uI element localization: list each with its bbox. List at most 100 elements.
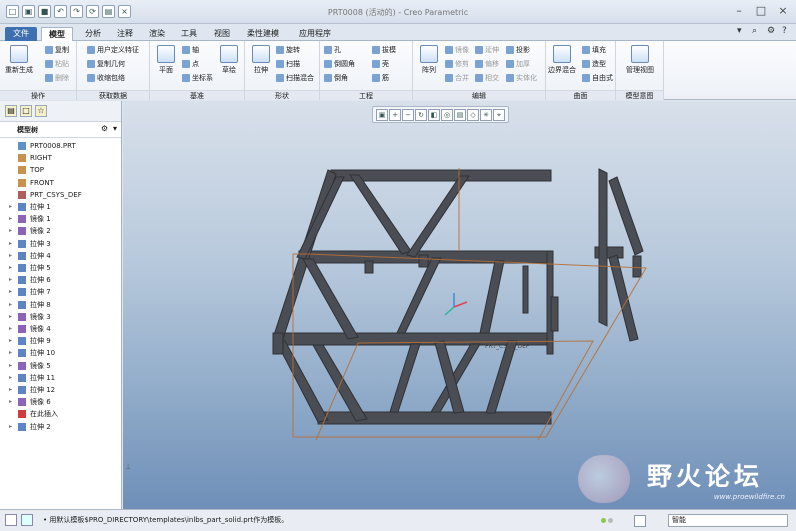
shrinkwrap-button[interactable]: 收缩包络 [87, 73, 125, 83]
repaint-icon[interactable]: ↻ [415, 109, 427, 121]
tab-render[interactable]: 渲染 [142, 27, 172, 41]
expand-icon[interactable]: ▸ [9, 421, 12, 433]
expand-icon[interactable]: ▸ [9, 347, 12, 359]
tab-flexible-modeling[interactable]: 柔性建模 [240, 27, 286, 41]
revolve-button[interactable]: 旋转 [276, 45, 300, 55]
expand-icon[interactable]: ▸ [9, 372, 12, 384]
expand-icon[interactable]: ▸ [9, 360, 12, 372]
rib-button[interactable]: 筋 [372, 73, 389, 83]
style-button[interactable]: 造型 [582, 59, 606, 69]
intersect-button[interactable]: 相交 [475, 73, 499, 83]
manager-view-button[interactable]: 管理视图 [624, 45, 656, 75]
tab-file[interactable]: 文件 [5, 27, 37, 41]
folder-browser-icon[interactable]: □ [20, 105, 32, 117]
extend-button[interactable]: 延伸 [475, 45, 499, 55]
help-icon[interactable]: ? [782, 26, 792, 37]
sketch-button[interactable]: 草绘 [213, 45, 245, 75]
favorites-icon[interactable]: ☆ [35, 105, 47, 117]
arrow-down-icon[interactable]: ▾ [737, 26, 747, 37]
trim-button[interactable]: 修剪 [445, 59, 469, 69]
sweep-button[interactable]: 扫描 [276, 59, 300, 69]
tab-view[interactable]: 视图 [207, 27, 237, 41]
fill-button[interactable]: 填充 [582, 45, 606, 55]
expand-icon[interactable]: ▸ [9, 250, 12, 262]
minimize-icon[interactable]: – [732, 4, 746, 18]
coordinate-system-button[interactable]: 坐标系 [182, 73, 213, 83]
shell-button[interactable]: 壳 [372, 59, 389, 69]
boundary-blend-button[interactable]: 边界混合 [546, 45, 578, 75]
settings-icon[interactable]: ⚙ [767, 26, 777, 37]
mirror-button[interactable]: 镜像 [445, 45, 469, 55]
zoom-in-icon[interactable]: + [389, 109, 401, 121]
pattern-button[interactable]: 阵列 [413, 45, 445, 75]
datum-display-icon[interactable]: ◇ [467, 109, 479, 121]
expand-icon[interactable]: ▸ [9, 262, 12, 274]
group-label-datum[interactable]: 基准 [150, 90, 244, 100]
merge-button[interactable]: 合并 [445, 73, 469, 83]
manager-view-label: 管理视图 [626, 66, 654, 74]
udf-button[interactable]: 用户定义特征 [87, 45, 139, 55]
expand-icon[interactable]: ▸ [9, 299, 12, 311]
expand-icon[interactable]: ▸ [9, 286, 12, 298]
axis-button[interactable]: 轴 [182, 45, 199, 55]
delete-button[interactable]: 删除 [45, 73, 69, 83]
model-tree-tab-icon[interactable]: ▤ [5, 105, 17, 117]
expand-icon[interactable]: ▸ [9, 323, 12, 335]
saved-orientations-icon[interactable]: ◎ [441, 109, 453, 121]
selection-icon[interactable] [634, 515, 646, 527]
expand-icon[interactable]: ▸ [9, 225, 12, 237]
expand-icon[interactable]: ▸ [9, 238, 12, 250]
close-icon[interactable]: × [776, 4, 790, 18]
project-button[interactable]: 投影 [506, 45, 530, 55]
browser-toggle-icon[interactable] [21, 514, 33, 526]
group-label-operations[interactable]: 操作 [0, 90, 76, 100]
group-label-engineering[interactable]: 工程 [320, 90, 412, 100]
graphics-window[interactable]: ▣ + − ↻ ◧ ◎ ▤ ◇ ✳ ⌖ PRT_CSYS_DEF ⊥ 野火论坛 … [123, 101, 796, 509]
expand-icon[interactable]: ▸ [9, 384, 12, 396]
tab-applications[interactable]: 应用程序 [292, 27, 338, 41]
spin-center-icon[interactable]: ✳ [480, 109, 492, 121]
tab-annotate[interactable]: 注释 [110, 27, 140, 41]
copy-button[interactable]: 复制 [45, 45, 69, 55]
solidify-button[interactable]: 实体化 [506, 73, 537, 83]
draft-button[interactable]: 拔模 [372, 45, 396, 55]
group-label-surfaces[interactable]: 曲面 [546, 90, 615, 100]
tab-tools[interactable]: 工具 [174, 27, 204, 41]
annotation-display-icon[interactable]: ⌖ [493, 109, 505, 121]
group-label-shapes[interactable]: 形状 [245, 90, 319, 100]
point-button[interactable]: 点 [182, 59, 199, 69]
thicken-button[interactable]: 加厚 [506, 59, 530, 69]
refit-icon[interactable]: ▣ [376, 109, 388, 121]
plane-button[interactable]: 平面 [150, 45, 182, 75]
expand-icon[interactable]: ▸ [9, 396, 12, 408]
search-icon[interactable]: ⌕ [752, 26, 762, 37]
tree-settings-icon[interactable]: ⚙ [101, 124, 108, 133]
group-label-editing[interactable]: 编辑 [413, 90, 545, 100]
copy-geometry-button[interactable]: 复制几何 [87, 59, 125, 69]
show-icon[interactable]: ▾ [113, 124, 117, 133]
expand-icon[interactable]: ▸ [9, 201, 12, 213]
zoom-out-icon[interactable]: − [402, 109, 414, 121]
expand-icon[interactable]: ▸ [9, 335, 12, 347]
regenerate-button[interactable]: 重新生成 [3, 45, 35, 75]
hole-button[interactable]: 孔 [324, 45, 341, 55]
tab-model[interactable]: 模型 [41, 27, 73, 41]
maximize-icon[interactable]: □ [754, 4, 768, 18]
chamfer-button[interactable]: 倒角 [324, 73, 348, 83]
extrude-button[interactable]: 拉伸 [245, 45, 277, 75]
expand-icon[interactable]: ▸ [9, 311, 12, 323]
freestyle-button[interactable]: 自由式 [582, 73, 613, 83]
display-style-icon[interactable]: ◧ [428, 109, 440, 121]
offset-button[interactable]: 偏移 [475, 59, 499, 69]
view-manager-icon[interactable]: ▤ [454, 109, 466, 121]
group-label-get-data[interactable]: 获取数据 [77, 90, 149, 100]
expand-icon[interactable]: ▸ [9, 274, 12, 286]
selection-filter[interactable]: 智能 [668, 514, 788, 527]
navigator-toggle-icon[interactable] [5, 514, 17, 526]
expand-icon[interactable]: ▸ [9, 213, 12, 225]
group-label-model-intent[interactable]: 模型意图 [616, 90, 663, 100]
paste-button[interactable]: 粘贴 [45, 59, 69, 69]
swept-blend-button[interactable]: 扫描混合 [276, 73, 314, 83]
round-button[interactable]: 倒圆角 [324, 59, 355, 69]
tab-analysis[interactable]: 分析 [78, 27, 108, 41]
